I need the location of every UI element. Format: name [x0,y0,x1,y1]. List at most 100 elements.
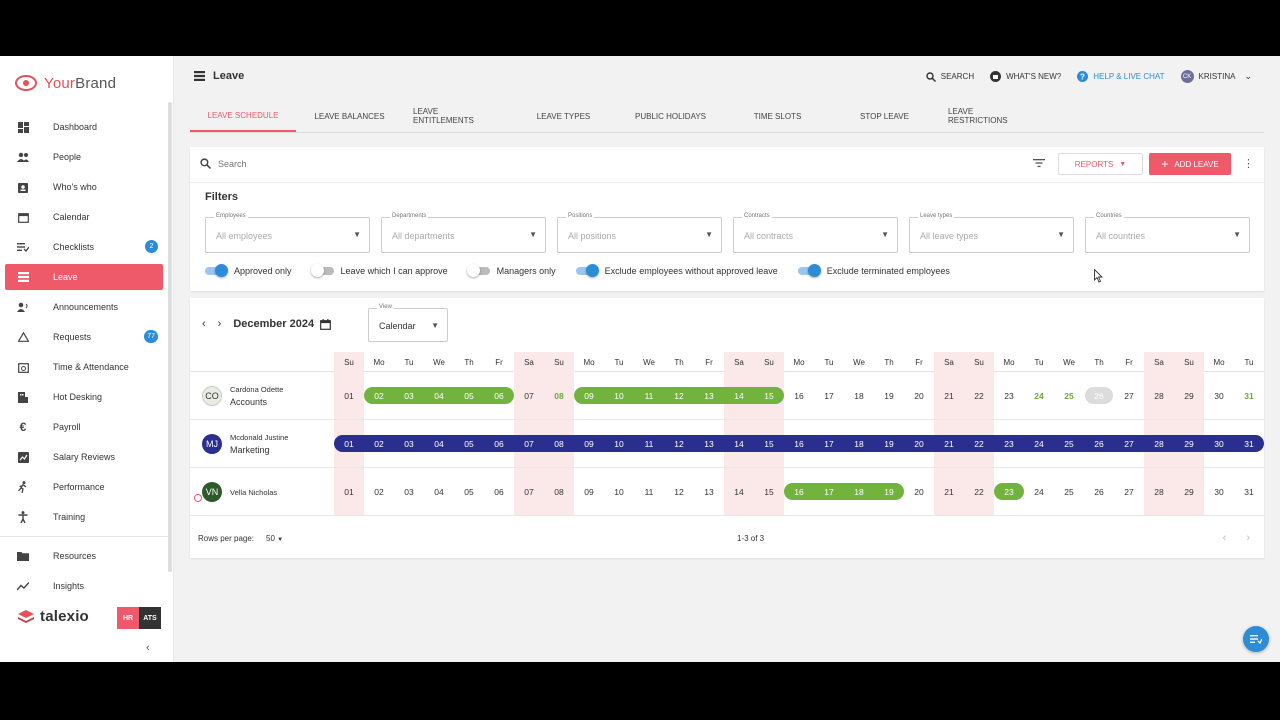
tab-leave-types[interactable]: LEAVE TYPES [510,100,617,132]
employee-info[interactable]: MJ Mcdonald Justine Marketing [202,420,288,468]
sidebar-item-leave[interactable]: Leave [5,264,163,290]
day-number: 29 [1184,390,1194,401]
user-menu[interactable]: CK KRISTINA ⌄ [1180,70,1252,83]
employees-select[interactable]: Employees All employees ▼ [205,213,370,253]
sidebar-item-salary-reviews[interactable]: Salary Reviews [0,442,168,472]
day-number: 31 [1244,486,1254,497]
desk-icon [17,391,29,403]
sidebar-item-calendar[interactable]: Calendar [0,202,168,232]
sidebar-item-label: Performance [53,482,105,492]
sidebar-item-resources[interactable]: Resources [0,541,168,571]
toggle-switch[interactable] [797,264,821,277]
toggle-approved-only[interactable]: Approved only [205,264,292,277]
employee-info[interactable]: CO Cardona Odette Accounts [202,372,283,420]
toggle-switch[interactable] [310,264,334,277]
countries-select[interactable]: Countries All countries ▼ [1085,213,1250,253]
collapse-sidebar-icon[interactable]: ‹ [146,642,150,654]
hr-product-button[interactable]: HR [117,607,139,629]
tab-leave-entitlements[interactable]: LEAVE ENTITLEMENTS [403,100,510,132]
leave-types-select[interactable]: Leave types All leave types ▼ [909,213,1074,253]
sidebar-item-payroll[interactable]: € Payroll [0,412,168,442]
sidebar-item-who-s-who[interactable]: Who's who [0,172,168,202]
tab-public-holidays[interactable]: PUBLIC HOLIDAYS [617,100,724,132]
sidebar-item-dashboard[interactable]: Dashboard [0,112,168,142]
toggle-exclude-employees-without-approved-leave[interactable]: Exclude employees without approved leave [575,264,778,277]
sidebar-item-training[interactable]: Training [0,502,168,532]
positions-select[interactable]: Positions All positions ▼ [557,213,722,253]
sidebar-item-label: Training [53,512,86,522]
sidebar-scrollbar[interactable] [168,102,172,572]
day-number: 25 [1064,486,1074,497]
toggle-managers-only[interactable]: Managers only [466,264,556,277]
calendar-icon[interactable] [320,318,331,330]
sidebar-item-announcements[interactable]: Announcements [0,292,168,322]
day-number: 02 [374,486,384,497]
tab-leave-restrictions[interactable]: LEAVE RESTRICTIONS [938,100,1044,132]
list-icon [1250,635,1262,644]
filter-icon[interactable] [1033,158,1045,168]
sidebar-item-checklists[interactable]: Checklists 2 [0,232,168,262]
brand-logo[interactable]: YourBrand [14,72,116,94]
sidebar-item-time-attendance[interactable]: Time & Attendance [0,352,168,382]
toggle-exclude-terminated-employees[interactable]: Exclude terminated employees [797,264,950,277]
sidebar-item-label: Leave [53,272,78,282]
toggle-switch[interactable] [466,264,490,277]
day-number: 04 [434,390,444,401]
day-number: 10 [614,390,624,401]
tab-leave-schedule[interactable]: LEAVE SCHEDULE [190,100,296,132]
clock-icon [17,361,29,373]
day-number: 04 [434,486,444,497]
next-month-icon[interactable]: › [218,318,222,330]
toggle-knob [807,264,821,277]
sidebar-item-insights[interactable]: Insights [0,571,168,601]
previous-page-icon[interactable]: ‹ [1223,532,1227,544]
day-number: 25 [1064,438,1074,449]
toggle-switch[interactable] [205,264,228,277]
day-number: 03 [404,438,414,449]
toggle-label: Exclude terminated employees [826,266,950,276]
quick-action-button[interactable] [1243,626,1269,652]
sidebar-item-performance[interactable]: Performance [0,472,168,502]
reports-button[interactable]: REPORTS ▼ [1058,153,1143,175]
ats-product-button[interactable]: ATS [139,607,161,629]
employee-info[interactable]: VN Vella Nicholas [202,468,277,516]
sidebar-item-people[interactable]: People [0,142,168,172]
alert-icon [194,494,202,502]
toggle-leave-which-i-can-approve[interactable]: Leave which I can approve [310,264,448,277]
day-number: 11 [644,438,654,449]
tab-leave-balances[interactable]: LEAVE BALANCES [296,100,403,132]
previous-month-icon[interactable]: ‹ [202,318,206,330]
add-leave-button[interactable]: + ADD LEAVE [1149,153,1231,175]
day-number: 16 [794,486,804,497]
day-number: 30 [1214,390,1224,401]
filter-toggles: Approved only Leave which I can approve Ma… [205,264,950,277]
help-chat-button[interactable]: ? HELP & LIVE CHAT [1077,71,1165,82]
tab-stop-leave[interactable]: STOP LEAVE [831,100,938,132]
whats-new-button[interactable]: WHAT'S NEW? [990,71,1061,82]
count-badge: 77 [144,330,158,343]
rows-per-page-select[interactable]: 50 ▼ [266,534,283,543]
departments-select[interactable]: Departments All departments ▼ [381,213,546,253]
next-page-icon[interactable]: › [1246,532,1250,544]
more-options-icon[interactable]: ⋮ [1243,157,1254,170]
leave-search-input[interactable] [218,156,818,172]
search-button[interactable]: SEARCH [926,71,974,82]
caret-down-icon: ▼ [277,537,284,543]
tab-time-slots[interactable]: TIME SLOTS [724,100,831,132]
view-select[interactable]: View Calendar ▼ [368,304,448,342]
day-number: 30 [1214,438,1224,449]
toggle-switch[interactable] [575,264,599,277]
contracts-select[interactable]: Contracts All contracts ▼ [733,213,898,253]
sidebar-item-label: Checklists [53,242,95,252]
user-avatar: CK [1180,70,1194,83]
day-number: 08 [554,438,564,449]
view-select-label: View [377,304,394,310]
day-number: 26 [1094,390,1104,401]
weekday-label: Tu [614,357,624,367]
calendar-month[interactable]: December 2024 [233,318,314,330]
weekday-label: Fr [1125,357,1133,367]
sidebar-item-requests[interactable]: Requests 77 [0,322,168,352]
sidebar-item-hot-desking[interactable]: Hot Desking [0,382,168,412]
weekday-label: Th [1094,357,1104,367]
sidebar-item-label: Calendar [53,212,90,222]
